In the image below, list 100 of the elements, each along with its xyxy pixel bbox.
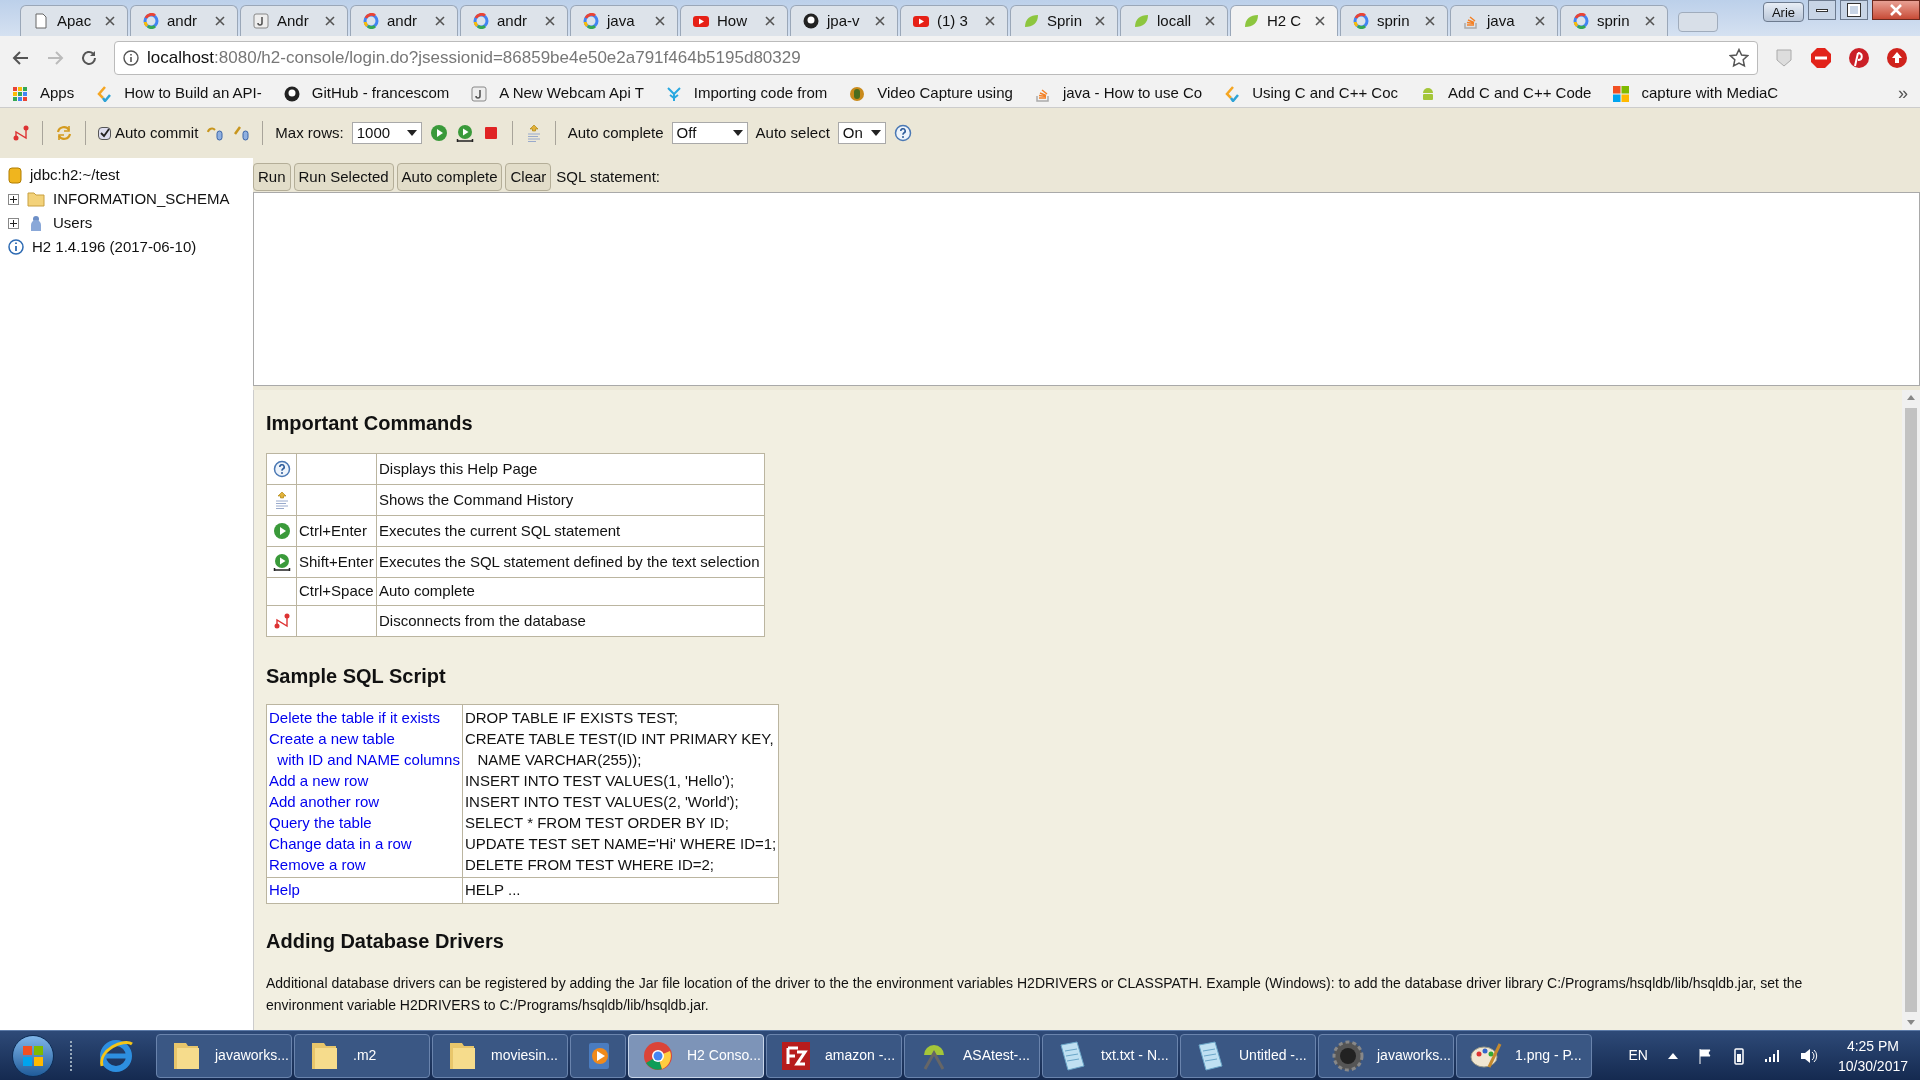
script-link[interactable]: Add a new row [269,772,369,789]
refresh-icon [55,124,73,142]
script-link[interactable]: Change data in a row [269,835,412,852]
close-icon[interactable] [1315,16,1325,26]
sql-button[interactable]: Run [253,163,291,191]
taskbar-button[interactable]: amazon -... [766,1033,902,1078]
bookmark[interactable]: Video Capture using [849,82,1013,105]
close-icon[interactable] [325,16,335,26]
bookmark[interactable]: Add C and C++ Code [1420,82,1592,105]
close-button[interactable] [1872,0,1920,20]
minimize-button[interactable] [1808,0,1836,20]
close-icon[interactable] [545,16,555,26]
start-button[interactable] [12,1034,54,1077]
upload-icon[interactable] [1886,47,1908,69]
expand-toggle[interactable] [8,217,19,229]
taskbar-button[interactable]: Untitled -... [1180,1033,1316,1078]
auto-select-select[interactable]: On [837,122,886,144]
profile-button[interactable]: Arie [1762,2,1804,22]
battery-icon[interactable] [1733,1046,1744,1065]
star-icon[interactable] [1729,48,1749,68]
close-icon[interactable] [105,16,115,26]
taskbar-button[interactable]: ASAtest-... [904,1033,1040,1078]
bookmark[interactable]: GitHub - francescom [283,82,450,105]
browser-tab[interactable]: andr [460,5,568,36]
caret-up-icon[interactable] [1667,1052,1678,1059]
scrollbar[interactable] [1902,390,1920,1030]
taskbar-button[interactable] [570,1033,626,1078]
taskbar-button[interactable]: 1.png - P... [1456,1033,1592,1078]
taskbar-button[interactable]: moviesin... [432,1033,568,1078]
bookmark[interactable]: Importing code from [665,82,828,105]
close-icon[interactable] [1095,16,1105,26]
bookmark[interactable]: java - How to use Co [1034,82,1203,105]
max-rows-select[interactable]: 1000 [351,122,422,144]
script-link[interactable]: Query the table [269,814,372,831]
browser-tab[interactable]: (1) 3 [900,5,1008,36]
figure-icon [849,85,866,102]
bookmark[interactable]: How to Build an API- [96,82,262,105]
close-icon[interactable] [655,16,665,26]
taskbar-button[interactable]: javaworks... [156,1033,292,1078]
close-icon[interactable] [765,16,775,26]
script-link[interactable]: Help [269,881,300,899]
tree-item[interactable]: H2 1.4.196 (2017-06-10) [32,235,197,259]
close-icon[interactable] [875,16,885,26]
tree-item[interactable]: jdbc:h2:~/test [30,163,120,187]
tree-item[interactable]: INFORMATION_SCHEMA [53,187,230,211]
browser-tab[interactable]: sprin [1340,5,1448,36]
script-link[interactable]: Remove a row [269,856,366,873]
clock-time[interactable]: 4:25 PM [1846,1035,1900,1056]
close-icon[interactable] [985,16,995,26]
speaker-icon[interactable] [1799,1047,1818,1064]
signal-icon[interactable] [1763,1048,1780,1063]
language-indicator[interactable]: EN [1628,1045,1648,1066]
auto-commit-checkbox[interactable] [98,126,111,140]
bookmark[interactable]: capture with MediaC [1613,82,1779,105]
pin-icon[interactable] [1848,47,1870,69]
bookmark[interactable]: Apps [12,82,75,105]
browser-tab[interactable]: java [570,5,678,36]
script-link[interactable]: Add another row [269,793,380,810]
auto-complete-select[interactable]: Off [671,122,748,144]
bookmark[interactable]: Using C and C++ Coc [1224,82,1399,105]
script-link[interactable]: Delete the table if it exists [269,709,440,726]
back-icon[interactable] [12,49,30,67]
browser-tab[interactable]: java [1450,5,1558,36]
browser-tab[interactable]: Apac [20,5,128,36]
grid-icon [12,85,28,102]
taskbar-button[interactable]: .m2 [294,1033,430,1078]
browser-tab[interactable]: Andr [240,5,348,36]
taskbar-button[interactable]: txt.txt - N... [1042,1033,1178,1078]
browser-tab[interactable]: locall [1120,5,1228,36]
browser-tab[interactable]: H2 C [1230,5,1338,36]
close-icon[interactable] [1425,16,1435,26]
browser-tab[interactable]: Sprin [1010,5,1118,36]
address-bar[interactable]: localhost:8080/h2-console/login.do?jsessionid=86859be4e50e2a791f464b5195d80329 [114,41,1758,75]
browser-tab[interactable]: andr [350,5,458,36]
close-icon[interactable] [1645,16,1655,26]
flag-icon[interactable] [1697,1047,1714,1064]
close-icon[interactable] [435,16,445,26]
tree-item[interactable]: Users [53,211,93,235]
sql-button[interactable]: Auto complete [396,163,503,191]
script-link[interactable]: Create a new table [269,730,395,747]
sql-button[interactable]: Run Selected [293,163,394,191]
bookmark[interactable]: A New Webcam Api T [471,82,644,105]
reload-icon[interactable] [80,49,98,67]
taskbar-button[interactable]: javaworks... [1318,1033,1454,1078]
sql-button[interactable]: Clear [505,163,552,191]
more-bookmarks[interactable]: » [1898,80,1908,107]
browser-tab[interactable]: andr [130,5,238,36]
scroll-down-icon[interactable] [1907,1020,1915,1026]
close-icon[interactable] [1535,16,1545,26]
close-icon[interactable] [215,16,225,26]
restore-button[interactable] [1840,0,1868,20]
scroll-up-icon[interactable] [1907,394,1915,400]
stop-sign-icon[interactable] [1810,47,1832,69]
close-icon[interactable] [1205,16,1215,26]
expand-toggle[interactable] [8,193,19,205]
script-link[interactable]: with ID and NAME columns [269,751,460,768]
browser-tab[interactable]: sprin [1560,5,1668,36]
browser-tab[interactable]: jpa-v [790,5,898,36]
clock-date[interactable]: 10/30/2017 [1837,1055,1908,1076]
browser-tab[interactable]: How [680,5,788,36]
